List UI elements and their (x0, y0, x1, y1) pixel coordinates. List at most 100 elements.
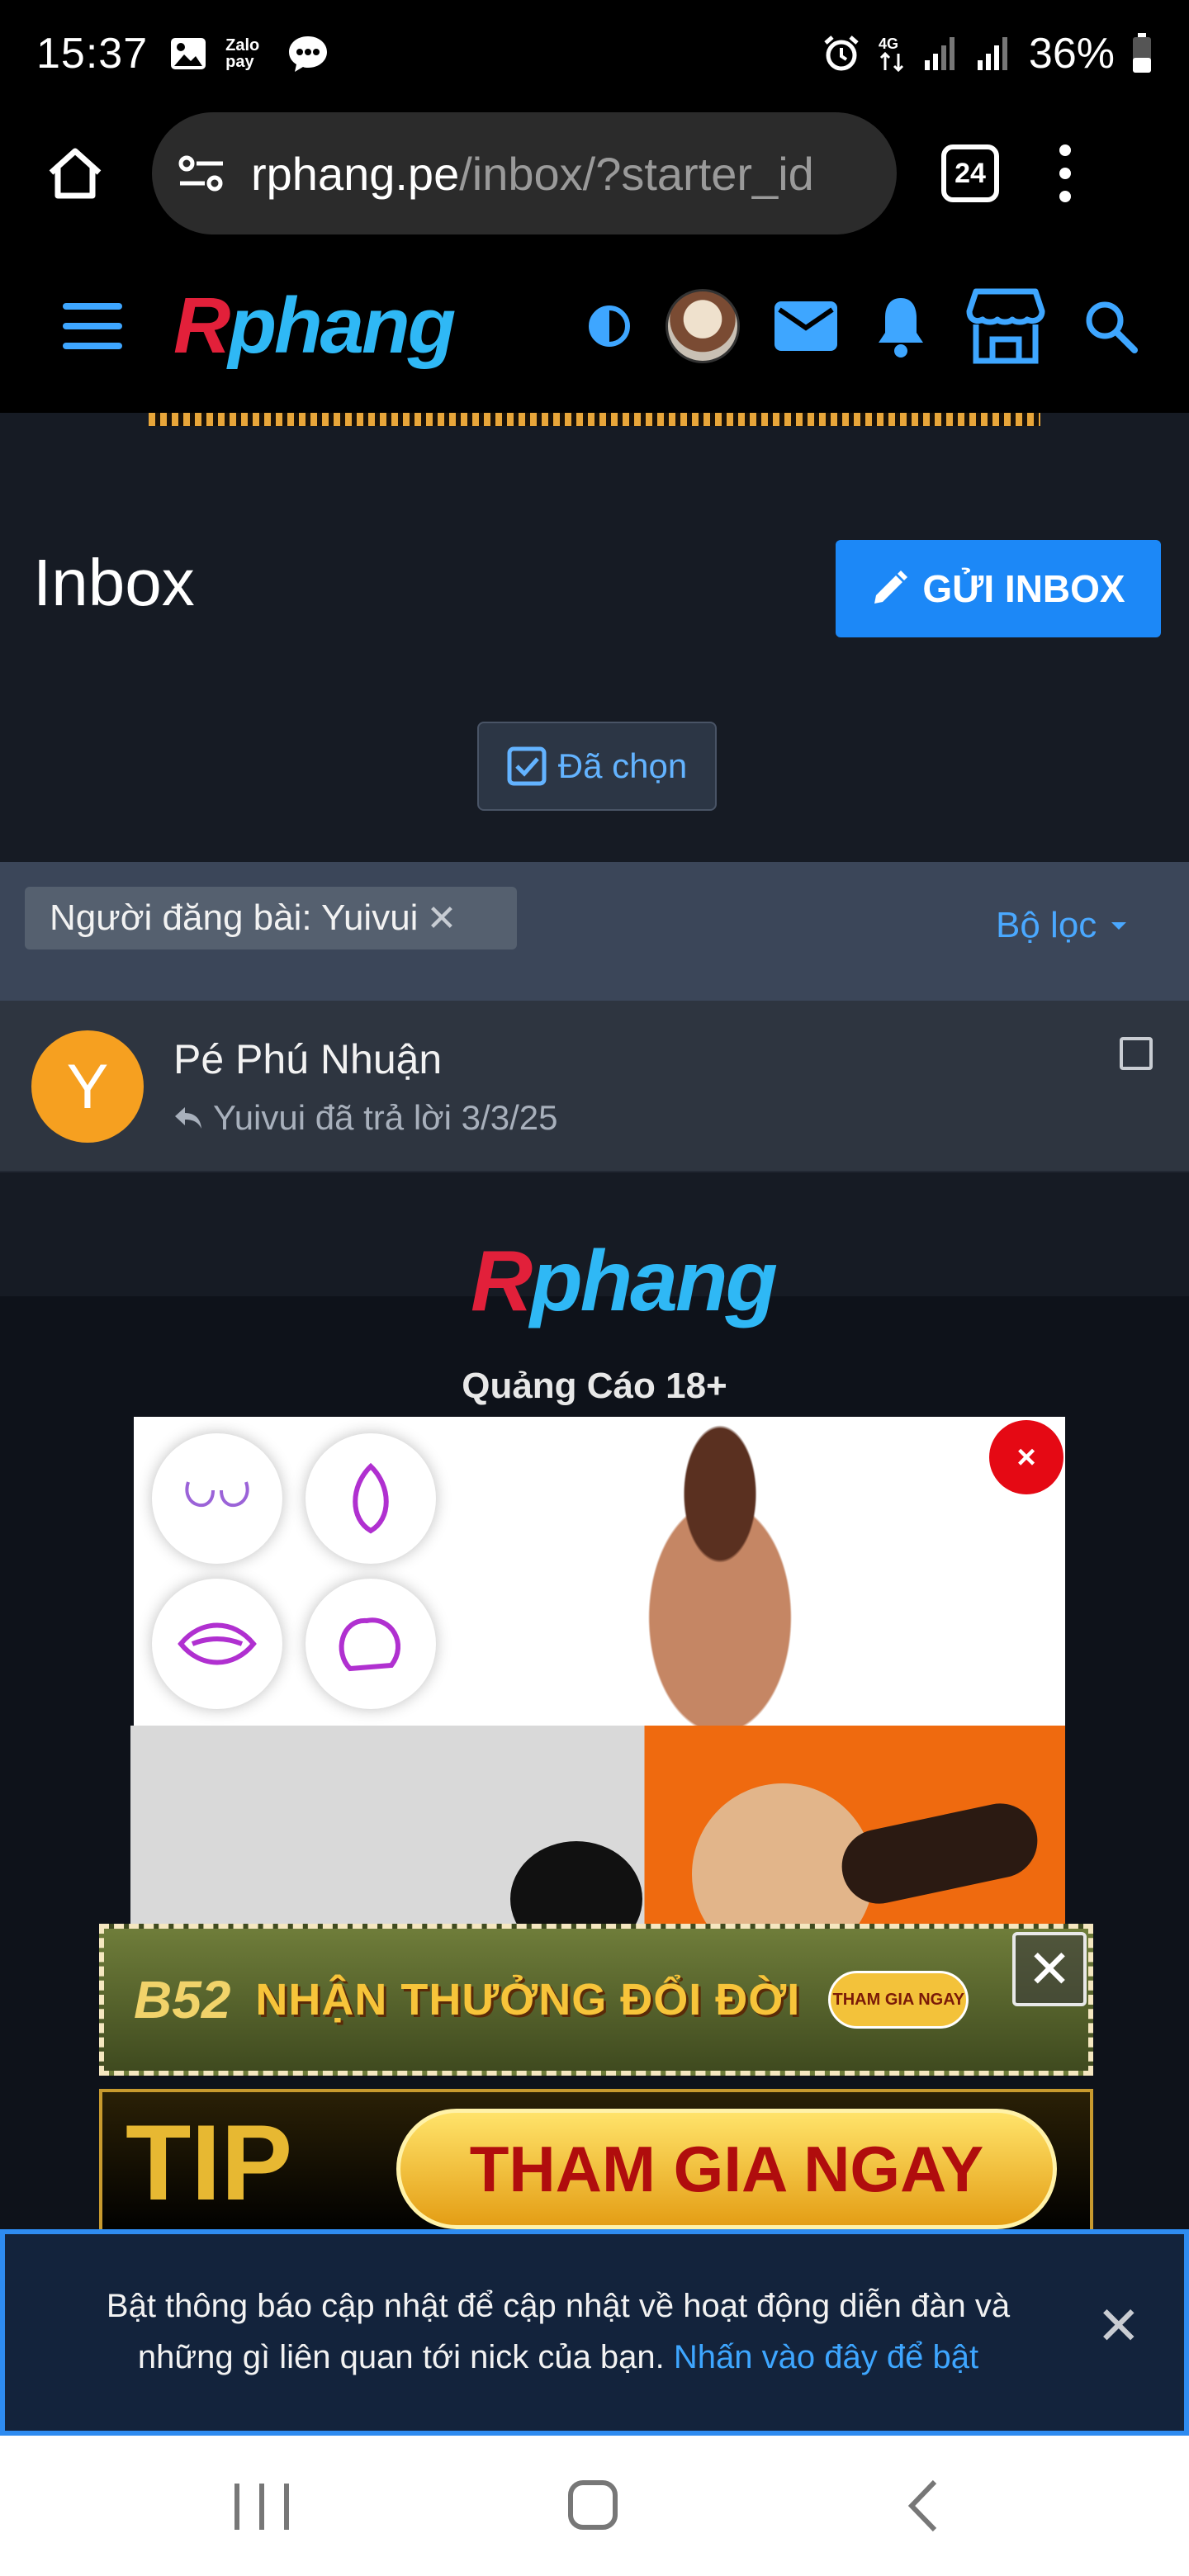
svg-text:4G: 4G (879, 36, 898, 52)
send-inbox-label: GỬI INBOX (922, 567, 1125, 610)
status-notification-icons: Zalo pay (169, 34, 329, 73)
reply-icon (175, 1107, 201, 1129)
footer-logo-rest: phang (530, 1234, 778, 1329)
url-host: rphang.pe (251, 147, 460, 200)
store-icon[interactable] (963, 286, 1049, 366)
ad-circle-icon (306, 1433, 436, 1564)
b52-cta-button[interactable]: THAM GIA NGAY (828, 1971, 969, 2029)
hamburger-line (63, 323, 122, 329)
ad-glyph-icon (185, 1481, 249, 1507)
hamburger-line (63, 303, 122, 310)
ad-glyph-icon (339, 1617, 401, 1672)
ad-glyph-icon (353, 1462, 389, 1534)
ad-image-shape (835, 1797, 1045, 1911)
header-actions (586, 286, 1139, 366)
address-bar[interactable]: rphang.pe/inbox/?starter_id (152, 112, 897, 234)
send-inbox-button[interactable]: GỬI INBOX (836, 540, 1161, 637)
gallery-icon (171, 38, 206, 69)
filter-dropdown[interactable]: Bộ lọc (996, 905, 1127, 946)
page: 15:37 Zalo pay 4G 36% rphang.pe/inbox/?s… (0, 0, 1189, 2576)
conversation-avatar[interactable]: Y (31, 1030, 144, 1143)
system-nav-bar (0, 2436, 1189, 2576)
hamburger-menu-icon[interactable] (63, 303, 122, 349)
pencil-icon (874, 571, 908, 604)
promo-strip (149, 413, 1040, 426)
ad-circle-icon (152, 1579, 282, 1709)
menu-dot (1059, 168, 1071, 179)
ad-close-button[interactable]: × (989, 1420, 1063, 1494)
zalopay-icon: Zalo pay (225, 36, 260, 71)
status-system-icons: 4G 36% (822, 29, 1153, 78)
footer-logo: Rphang (471, 1238, 778, 1324)
network-4g-icon: 4G (879, 36, 903, 73)
filter-chip-remove-icon[interactable]: ✕ (426, 897, 457, 940)
ad-banner-image-2[interactable] (130, 1726, 1065, 1924)
status-time: 15:37 (36, 30, 149, 78)
ad-banner-b52[interactable]: B52 NHẬN THƯỞNG ĐỔI ĐỜI THAM GIA NGAY (99, 1924, 1093, 2076)
notification-text: Bật thông báo cập nhật để cập nhật về ho… (54, 2280, 1062, 2383)
logo-initial: R (173, 282, 230, 370)
back-arrow-icon[interactable] (907, 2479, 940, 2533)
bell-icon[interactable] (872, 293, 930, 359)
browser-toolbar: rphang.pe/inbox/?starter_id 24 (0, 107, 1189, 239)
conversation-meta: Yuivui đã trả lời 3/3/25 (173, 1098, 557, 1138)
conversation-row[interactable]: Y Pé Phú Nhuận Yuivui đã trả lời 3/3/25 (0, 1001, 1189, 1172)
selected-label: Đã chọn (557, 746, 688, 785)
b52-headline: NHẬN THƯỞNG ĐỔI ĐỜI (255, 1975, 801, 2024)
filter-chip-starter[interactable]: Người đăng bài: Yuivui ✕ (25, 887, 517, 949)
selected-button[interactable]: Đã chọn (477, 722, 717, 811)
tip-cta-button[interactable]: THAM GIA NGAY (396, 2109, 1057, 2229)
b52-close-button[interactable]: ✕ (1012, 1932, 1087, 2006)
filter-chip-label: Người đăng bài: Yuivui (50, 897, 419, 938)
hamburger-line (63, 343, 122, 349)
menu-dot (1059, 144, 1071, 156)
ad-glyph-icon (178, 1622, 257, 1665)
theme-toggle-icon[interactable] (586, 303, 632, 349)
conversation-select-checkbox[interactable] (1120, 1037, 1153, 1070)
browser-home-button[interactable] (38, 136, 112, 211)
mail-icon[interactable] (773, 300, 839, 353)
caret-down-icon (1111, 921, 1127, 930)
filter-dropdown-label: Bộ lọc (996, 905, 1097, 945)
notification-close-button[interactable]: ✕ (1097, 2295, 1141, 2357)
b52-logo: B52 (134, 1970, 231, 2029)
push-notification-prompt: Bật thông báo cập nhật để cập nhật về ho… (0, 2229, 1189, 2436)
ad-circle-icon (306, 1579, 436, 1709)
enable-notifications-link[interactable]: Nhấn vào đây để bật (674, 2339, 978, 2375)
page-title: Inbox (33, 546, 195, 619)
chat-bubble-icon (289, 36, 328, 72)
recent-apps-button[interactable] (234, 2484, 289, 2530)
url-text: rphang.pe/inbox/?starter_id (251, 147, 814, 201)
ad-image-shape (510, 1841, 642, 1924)
ad-circle-icon (152, 1433, 282, 1564)
battery-percent: 36% (1028, 30, 1115, 78)
footer-logo-initial: R (471, 1234, 533, 1329)
site-settings-icon[interactable] (177, 149, 226, 198)
menu-dot (1059, 191, 1071, 202)
signal-icon-2 (977, 37, 1007, 70)
ad-figure-image (596, 1417, 844, 1726)
status-bar: 15:37 Zalo pay 4G 36% (0, 0, 1189, 107)
system-home-button[interactable] (568, 2480, 618, 2530)
site-logo[interactable]: Rphang (173, 286, 456, 366)
ad-label: Quảng Cáo 18+ (462, 1366, 727, 1406)
tip-logo: TIP (126, 2102, 293, 2223)
url-path: /inbox/?starter_id (459, 147, 814, 200)
checkbox-checked-icon (507, 746, 547, 786)
filter-bar: Người đăng bài: Yuivui ✕ Bộ lọc (0, 862, 1189, 1001)
user-avatar[interactable] (666, 289, 740, 363)
alarm-icon (824, 36, 859, 71)
ad-banner-tip[interactable]: TIP THAM GIA NGAY (99, 2089, 1093, 2237)
search-icon[interactable] (1082, 297, 1139, 355)
tab-switcher-button[interactable]: 24 (941, 144, 999, 202)
recent-apps-bar (284, 2484, 289, 2530)
browser-menu-button[interactable] (1049, 132, 1082, 215)
logo-rest: phang (228, 282, 456, 370)
conversation-meta-text: Yuivui đã trả lời 3/3/25 (213, 1098, 558, 1137)
conversation-title[interactable]: Pé Phú Nhuận (173, 1035, 442, 1083)
home-icon (49, 148, 102, 199)
recent-apps-bar (259, 2484, 264, 2530)
signal-icon (924, 37, 955, 70)
battery-icon (1133, 33, 1151, 73)
ad-banner-image-1[interactable] (134, 1417, 1065, 1726)
